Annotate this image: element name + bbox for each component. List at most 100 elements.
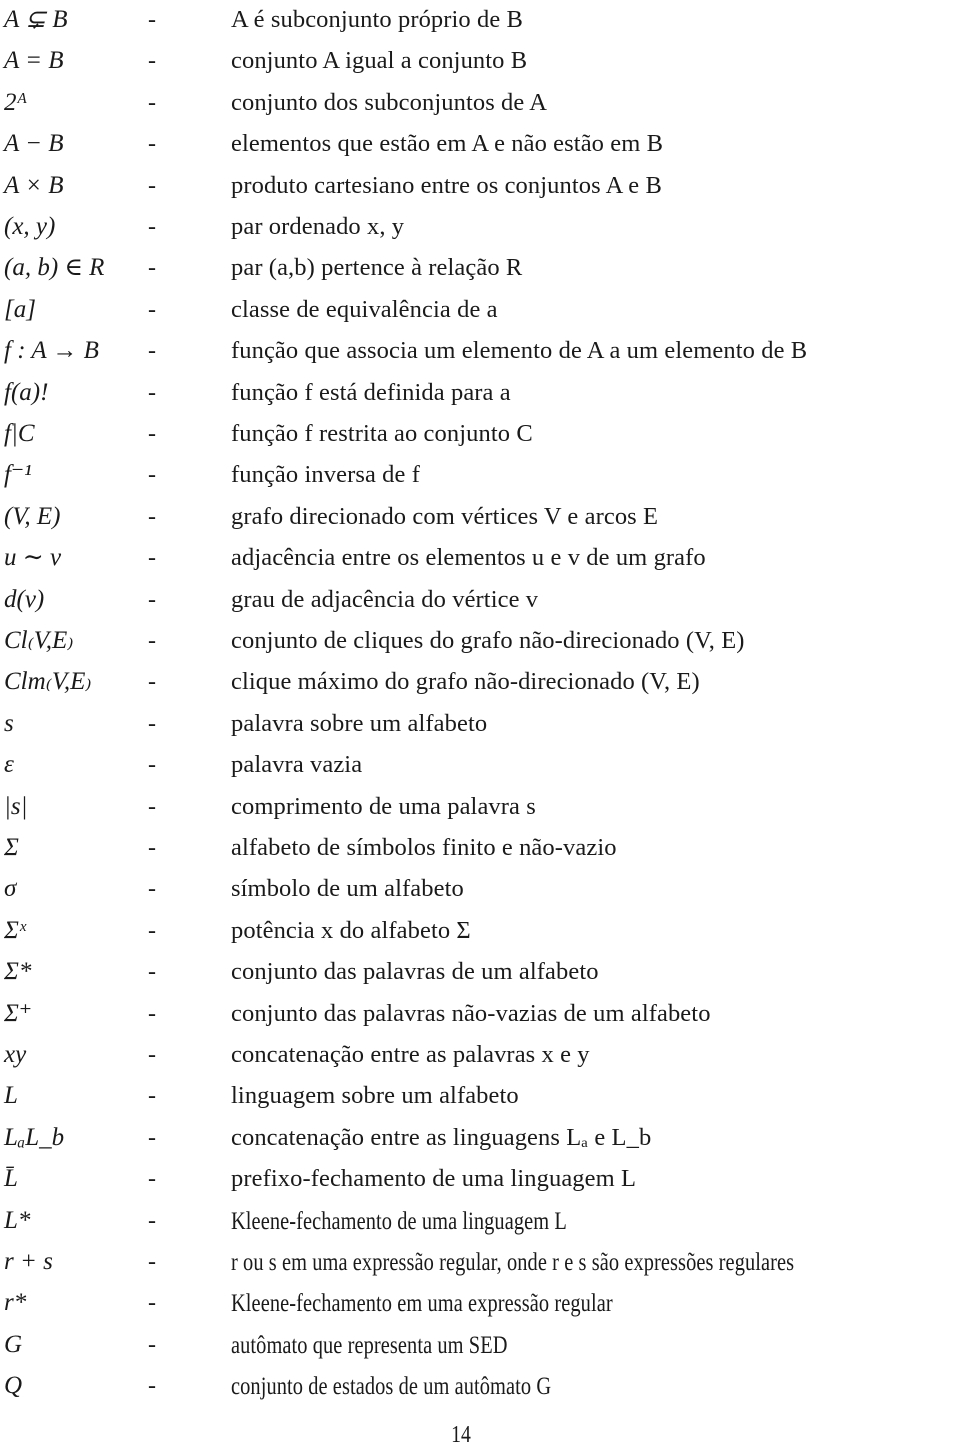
separator-dash: - — [148, 876, 156, 903]
notation-description: par (a,b) pertence à relação R — [231, 254, 523, 282]
notation-description: alfabeto de símbolos finito e não-vazio — [231, 834, 617, 861]
notation-symbol: A − B — [4, 130, 64, 158]
notation-row: d(v) - grau de adjacência do vértice v — [0, 580, 960, 620]
notation-symbol: ε — [4, 751, 14, 779]
notation-row: Cl₍V,E₎ - conjunto de cliques do grafo não… — [0, 621, 960, 661]
notation-symbol: Q — [4, 1372, 23, 1400]
notation-description: A é subconjunto próprio de B — [231, 6, 524, 33]
notation-description: função f restrita ao conjunto C — [231, 420, 533, 447]
notation-description: palavra vazia — [231, 751, 363, 779]
separator-dash: - — [148, 752, 156, 779]
notation-description: conjunto A igual a conjunto B — [231, 47, 528, 75]
separator-dash: - — [148, 1249, 156, 1275]
notation-row: A − B - elementos que estão em A e não est… — [0, 124, 960, 164]
separator-dash: - — [148, 89, 156, 116]
notation-symbol: Σ⁺ — [4, 999, 33, 1027]
notation-row: Σ⁺ - conjunto das palavras não-vazias de u… — [0, 994, 960, 1034]
separator-dash: - — [148, 1000, 156, 1027]
separator-dash: - — [148, 628, 156, 654]
notation-symbol: L̄ — [4, 1165, 18, 1193]
separator-dash: - — [148, 296, 156, 323]
notation-description: comprimento de uma palavra s — [231, 792, 536, 820]
notation-row: r + s - r ou s em uma expressão regular, o… — [0, 1242, 960, 1282]
notation-symbol: r + s — [4, 1248, 53, 1275]
notation-row: |s| - comprimento de uma palavra s — [0, 787, 960, 827]
notation-row: Σ* - conjunto das palavras de um alfabeto — [0, 952, 960, 992]
notation-symbol: f : A → B — [4, 337, 99, 365]
separator-dash: - — [148, 1373, 156, 1400]
separator-dash: - — [148, 1083, 156, 1110]
notation-description: autômato que representa um SED — [231, 1329, 508, 1359]
notation-row: A = B - conjunto A igual a conjunto B — [0, 41, 960, 81]
notation-symbol: f(a)! — [4, 378, 49, 406]
notation-symbol: σ — [4, 875, 17, 903]
notation-description: adjacência entre os elementos u e v de u… — [231, 544, 706, 572]
notation-description: Kleene-fechamento em uma expressão regul… — [231, 1288, 613, 1318]
separator-dash: - — [148, 172, 156, 199]
separator-dash: - — [148, 379, 156, 406]
notation-description: par ordenado x, y — [231, 213, 405, 240]
notation-row: r* - Kleene-fechamento em uma expressão re… — [0, 1283, 960, 1323]
notation-symbol: f⁻¹ — [4, 461, 32, 489]
notation-description: símbolo de um alfabeto — [231, 875, 464, 903]
notation-description: conjunto das palavras de um alfabeto — [231, 958, 599, 986]
notation-description: conjunto de cliques do grafo não-direcio… — [231, 627, 745, 654]
separator-dash: - — [148, 917, 156, 944]
notation-description: Kleene-fechamento de uma linguagem L — [231, 1205, 567, 1235]
notation-row: L* - Kleene-fechamento de uma linguagem L — [0, 1201, 960, 1241]
notation-row: f⁻¹ - função inversa de f — [0, 455, 960, 495]
notation-symbol: d(v) — [4, 585, 45, 613]
notation-row: u ∼ v - adjacência entre os elementos u e … — [0, 538, 960, 578]
notation-row: [a] - classe de equivalência de a — [0, 290, 960, 330]
notation-description: função que associa um elemento de A a um… — [231, 337, 808, 365]
notation-row: (V, E) - grafo direcionado com vértices V … — [0, 497, 960, 537]
notation-symbol: Cl₍V,E₎ — [4, 627, 74, 654]
notation-description: conjunto das palavras não-vazias de um a… — [231, 999, 711, 1027]
notation-symbol: xy — [4, 1041, 27, 1068]
notation-symbol: u ∼ v — [4, 544, 62, 572]
separator-dash: - — [148, 421, 156, 447]
notation-symbol: G — [4, 1330, 23, 1358]
separator-dash: - — [148, 7, 156, 33]
separator-dash: - — [148, 1207, 156, 1234]
separator-dash: - — [148, 669, 156, 696]
notation-description: linguagem sobre um alfabeto — [231, 1082, 519, 1110]
notation-symbol: Σˣ — [4, 916, 26, 944]
notation-description: palavra sobre um alfabeto — [231, 709, 488, 737]
notation-description: função inversa de f — [231, 461, 420, 489]
notation-description: função f está definida para a — [231, 378, 511, 406]
separator-dash: - — [148, 1042, 156, 1068]
notation-description: grafo direcionado com vértices V e arcos… — [231, 502, 659, 530]
notation-row: Σˣ - potência x do alfabeto Σ — [0, 911, 960, 951]
notation-description: classe de equivalência de a — [231, 295, 498, 323]
notation-symbol: Σ — [4, 834, 19, 861]
separator-dash: - — [148, 214, 156, 240]
notation-symbol: |s| — [4, 792, 28, 820]
notation-symbol: r* — [4, 1289, 27, 1317]
separator-dash: - — [148, 835, 156, 861]
notation-symbol: LₐL_b — [4, 1123, 65, 1151]
notation-symbol: f|C — [4, 420, 35, 447]
notation-symbol: A = B — [4, 47, 64, 75]
notation-row: A ⊊ B - A é subconjunto próprio de B — [0, 0, 960, 40]
notation-row: f(a)! - função f está definida para a — [0, 373, 960, 413]
notation-row: (a, b) ∈ R - par (a,b) pertence à relação … — [0, 248, 960, 288]
notation-symbol: A × B — [4, 171, 64, 199]
notation-description: conjunto dos subconjuntos de A — [231, 88, 548, 116]
notation-row: Σ - alfabeto de símbolos finito e não-vazi… — [0, 828, 960, 868]
notation-row: (x, y) - par ordenado x, y — [0, 207, 960, 247]
notation-symbol: Clm₍V,E₎ — [4, 668, 92, 696]
separator-dash: - — [148, 131, 156, 158]
notation-symbol: s — [4, 709, 14, 737]
separator-dash: - — [148, 959, 156, 986]
notation-description: grau de adjacência do vértice v — [231, 585, 539, 613]
separator-dash: - — [148, 1166, 156, 1193]
separator-dash: - — [148, 586, 156, 613]
separator-dash: - — [148, 710, 156, 737]
notation-row: Clm₍V,E₎ - clique máximo do grafo não-dire… — [0, 662, 960, 702]
notation-description: prefixo-fechamento de uma linguagem L — [231, 1165, 637, 1193]
separator-dash: - — [148, 1290, 156, 1317]
notation-row: f : A → B - função que associa um elemento… — [0, 331, 960, 371]
notation-symbol: Σ* — [4, 958, 32, 986]
notation-symbol: 2ᴬ — [4, 88, 27, 116]
